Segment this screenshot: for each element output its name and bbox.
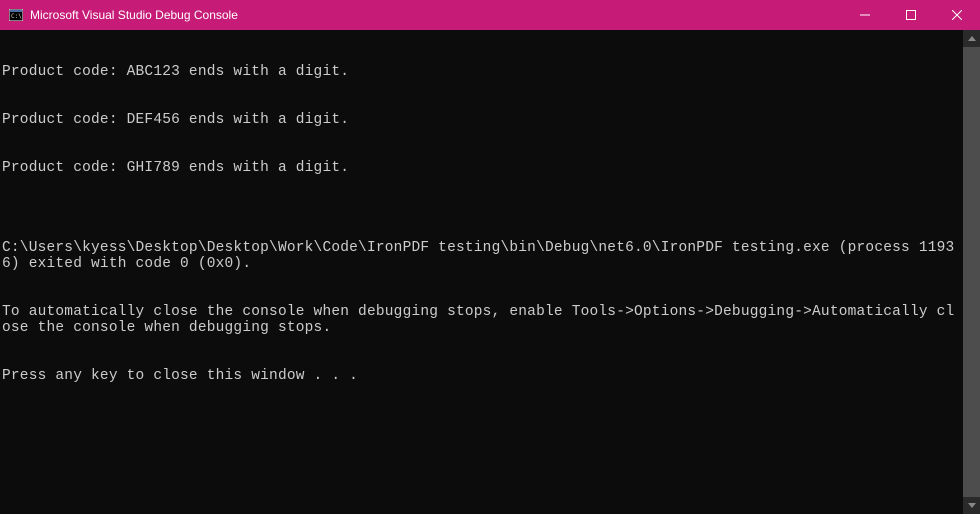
minimize-button[interactable] (842, 0, 888, 30)
vertical-scrollbar[interactable] (963, 30, 980, 514)
svg-text:C:\: C:\ (11, 13, 22, 20)
output-line: Press any key to close this window . . . (2, 368, 963, 384)
output-line: To automatically close the console when … (2, 304, 963, 336)
window-controls (842, 0, 980, 30)
window-title: Microsoft Visual Studio Debug Console (30, 8, 842, 22)
output-line: Product code: ABC123 ends with a digit. (2, 64, 963, 80)
console-icon: C:\ (8, 7, 24, 23)
scroll-up-arrow-icon[interactable] (963, 30, 980, 47)
close-button[interactable] (934, 0, 980, 30)
output-line: Product code: GHI789 ends with a digit. (2, 160, 963, 176)
scroll-thumb[interactable] (963, 47, 980, 497)
console-output[interactable]: Product code: ABC123 ends with a digit. … (0, 30, 963, 514)
output-line: C:\Users\kyess\Desktop\Desktop\Work\Code… (2, 240, 963, 272)
output-line: Product code: DEF456 ends with a digit. (2, 112, 963, 128)
maximize-button[interactable] (888, 0, 934, 30)
titlebar[interactable]: C:\ Microsoft Visual Studio Debug Consol… (0, 0, 980, 30)
scroll-down-arrow-icon[interactable] (963, 497, 980, 514)
scroll-track[interactable] (963, 47, 980, 497)
